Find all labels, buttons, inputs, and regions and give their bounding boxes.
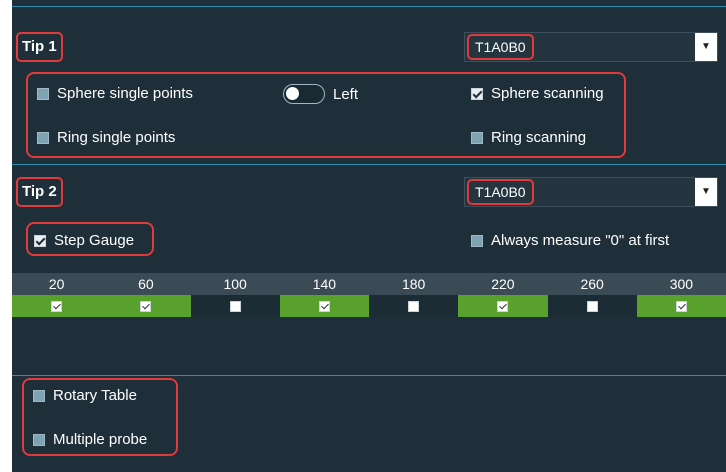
grid-checkbox[interactable] [51, 300, 63, 312]
ring-single-points-checkbox[interactable] [37, 131, 49, 144]
grid-column-header: 60 [101, 273, 191, 295]
divider-bottom [12, 375, 726, 376]
left-toggle-option[interactable]: Left [283, 84, 358, 104]
tip1-dropdown-value: T1A0B0 [467, 34, 534, 60]
step-gauge-label: Step Gauge [54, 232, 135, 249]
sphere-single-points-checkbox[interactable] [37, 87, 49, 100]
grid-row [12, 295, 726, 317]
grid-checkbox[interactable] [408, 300, 420, 312]
grid-column-header: 140 [279, 273, 369, 295]
tip1-dropdown[interactable]: T1A0B0 ▼ [464, 32, 718, 62]
grid-checkbox[interactable] [229, 300, 241, 312]
grid-column-header: 220 [458, 273, 548, 295]
sphere-single-points-label: Sphere single points [57, 85, 193, 102]
grid-cell [190, 295, 280, 317]
tip2-dropdown-value: T1A0B0 [467, 179, 534, 205]
left-toggle-switch[interactable] [283, 84, 325, 104]
grid-cell [12, 295, 102, 317]
grid-column-header: 260 [547, 273, 637, 295]
ring-scanning-option[interactable]: Ring scanning [471, 129, 586, 146]
tip2-dropdown[interactable]: T1A0B0 ▼ [464, 177, 718, 207]
grid-cell [547, 295, 637, 317]
grid-checkbox[interactable] [586, 300, 598, 312]
ring-scanning-checkbox[interactable] [471, 131, 483, 144]
rotary-table-checkbox[interactable] [33, 389, 45, 402]
grid-cell [369, 295, 459, 317]
multiple-probe-label: Multiple probe [53, 431, 148, 448]
grid-column-header: 100 [190, 273, 280, 295]
step-gauge-grid: 20 60 100 140 180 220 260 300 [12, 273, 726, 317]
ring-single-points-option[interactable]: Ring single points [37, 129, 175, 146]
rotary-table-label: Rotary Table [53, 387, 137, 404]
sphere-scanning-label: Sphere scanning [491, 85, 604, 102]
grid-column-header: 300 [636, 273, 726, 295]
grid-cell [279, 295, 369, 317]
grid-cell [101, 295, 191, 317]
always-measure-checkbox[interactable] [471, 234, 483, 247]
grid-column-header: 180 [369, 273, 459, 295]
settings-panel: Tip 1 T1A0B0 ▼ Sphere single points Left… [12, 0, 726, 472]
tip2-label: Tip 2 [16, 177, 63, 207]
left-toggle-label: Left [333, 85, 359, 103]
grid-column-header: 20 [12, 273, 102, 295]
multiple-probe-option[interactable]: Multiple probe [33, 431, 147, 448]
divider-tip2 [12, 164, 726, 165]
grid-checkbox[interactable] [140, 300, 152, 312]
step-gauge-checkbox[interactable] [34, 234, 46, 247]
always-measure-option[interactable]: Always measure "0" at first [471, 232, 669, 249]
chevron-down-icon[interactable]: ▼ [695, 33, 717, 61]
step-gauge-option[interactable]: Step Gauge [34, 232, 134, 249]
chevron-down-icon[interactable]: ▼ [695, 178, 717, 206]
rotary-table-option[interactable]: Rotary Table [33, 387, 137, 404]
ring-single-points-label: Ring single points [57, 129, 176, 146]
ring-scanning-label: Ring scanning [491, 129, 587, 146]
tip1-label: Tip 1 [16, 32, 63, 62]
grid-checkbox[interactable] [497, 300, 509, 312]
grid-cell [458, 295, 548, 317]
divider-top [12, 6, 726, 7]
grid-checkbox[interactable] [675, 300, 687, 312]
multiple-probe-checkbox[interactable] [33, 433, 45, 446]
toggle-knob [286, 87, 299, 100]
sphere-scanning-option[interactable]: Sphere scanning [471, 85, 604, 102]
always-measure-label: Always measure "0" at first [491, 232, 670, 249]
grid-cell [636, 295, 726, 317]
grid-checkbox[interactable] [318, 300, 330, 312]
sphere-single-points-option[interactable]: Sphere single points [37, 85, 193, 102]
sphere-scanning-checkbox[interactable] [471, 87, 483, 100]
grid-header: 20 60 100 140 180 220 260 300 [12, 273, 726, 295]
